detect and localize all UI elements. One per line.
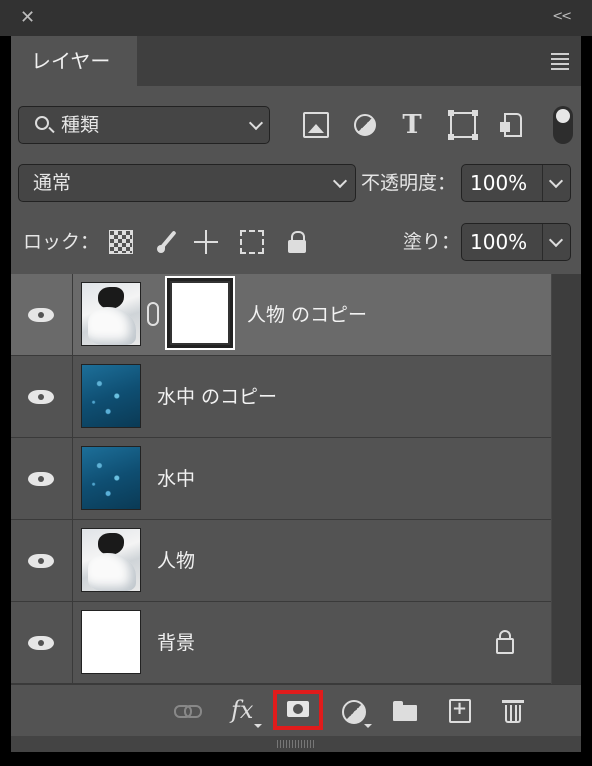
- lock-row: ロック： 塗り： 100%: [11, 222, 581, 262]
- layer-row[interactable]: 水中 のコピー: [11, 356, 551, 438]
- layer-thumbnail[interactable]: [81, 282, 141, 346]
- link-layers-icon[interactable]: [171, 695, 203, 727]
- lock-label: ロック：: [23, 231, 100, 253]
- chevron-down-icon: [248, 115, 264, 131]
- layer-name[interactable]: 水中: [157, 438, 195, 520]
- trash-icon[interactable]: [499, 695, 531, 727]
- layer-lock-icon: [495, 630, 515, 654]
- layer-thumbnail[interactable]: [81, 446, 141, 510]
- opacity-input[interactable]: 100%: [461, 164, 571, 202]
- filter-row: 種類 T: [11, 106, 581, 146]
- fill-value: 100%: [470, 230, 528, 254]
- smart-object-filter-icon[interactable]: [499, 112, 525, 138]
- visibility-eye-icon[interactable]: [28, 636, 54, 650]
- mask-link-icon[interactable]: [147, 302, 159, 326]
- chevron-down-icon[interactable]: [548, 232, 564, 248]
- window-titlebar: ✕ <<: [0, 0, 592, 36]
- fx-icon[interactable]: fx: [231, 695, 263, 728]
- tab-layers[interactable]: レイヤー: [11, 36, 137, 86]
- add-mask-icon: [287, 701, 309, 717]
- layer-row[interactable]: 人物 のコピー: [11, 274, 551, 356]
- blend-mode-select[interactable]: 通常: [18, 164, 356, 202]
- close-icon[interactable]: ✕: [20, 8, 35, 28]
- resize-grip[interactable]: [11, 736, 581, 752]
- lock-image-pixels-icon[interactable]: [156, 230, 180, 254]
- layer-mask-thumbnail[interactable]: [165, 276, 235, 350]
- type-filter-icon[interactable]: T: [399, 112, 425, 138]
- lock-artboard-icon[interactable]: [240, 230, 264, 254]
- blend-mode-value: 通常: [33, 172, 72, 194]
- lock-position-icon[interactable]: [194, 230, 218, 254]
- layer-name[interactable]: 背景: [157, 602, 195, 684]
- layer-name[interactable]: 人物: [157, 520, 195, 602]
- layer-row[interactable]: 背景: [11, 602, 551, 684]
- chevron-down-icon[interactable]: [548, 173, 564, 189]
- layers-panel: レイヤー 種類 T 通常 不透明度： 100% ロック： 塗り： 100% 人物…: [11, 36, 581, 752]
- adjustment-filter-icon[interactable]: [352, 112, 378, 138]
- lock-all-icon[interactable]: [286, 230, 310, 254]
- shape-filter-icon[interactable]: [448, 110, 478, 140]
- scrollbar[interactable]: [552, 274, 581, 684]
- fill-input[interactable]: 100%: [461, 223, 571, 261]
- layer-row[interactable]: 人物: [11, 520, 551, 602]
- new-layer-icon[interactable]: +: [445, 695, 477, 727]
- layer-row[interactable]: 水中: [11, 438, 551, 520]
- lock-transparent-pixels-icon[interactable]: [109, 230, 133, 254]
- visibility-eye-icon[interactable]: [28, 390, 54, 404]
- search-icon: [35, 116, 49, 130]
- filter-kind-label: 種類: [61, 114, 100, 136]
- hamburger-menu-icon[interactable]: [551, 53, 569, 73]
- layer-thumbnail[interactable]: [81, 610, 141, 674]
- visibility-eye-icon[interactable]: [28, 472, 54, 486]
- image-filter-icon[interactable]: [303, 112, 329, 138]
- fill-label: 塗り：: [403, 231, 461, 253]
- fx-label: fx: [231, 696, 254, 724]
- visibility-eye-icon[interactable]: [28, 554, 54, 568]
- layer-list: 人物 のコピー 水中 のコピー 水中 人物 背景: [11, 274, 581, 684]
- opacity-value: 100%: [470, 171, 528, 195]
- layer-name[interactable]: 人物 のコピー: [247, 274, 367, 356]
- blend-row: 通常 不透明度： 100%: [11, 164, 581, 202]
- layer-thumbnail[interactable]: [81, 364, 141, 428]
- group-folder-icon[interactable]: [391, 695, 423, 727]
- filter-kind-select[interactable]: 種類: [18, 106, 270, 144]
- adjustment-layer-icon[interactable]: [339, 695, 372, 728]
- add-mask-button[interactable]: [273, 690, 323, 730]
- opacity-label: 不透明度：: [361, 172, 457, 194]
- panel-footer: fx +: [11, 684, 581, 736]
- panel-tabbar: レイヤー: [11, 36, 581, 86]
- chevron-down-icon: [332, 173, 348, 189]
- layer-name[interactable]: 水中 のコピー: [157, 356, 277, 438]
- visibility-eye-icon[interactable]: [28, 308, 54, 322]
- collapse-icon[interactable]: <<: [552, 9, 572, 24]
- layer-thumbnail[interactable]: [81, 528, 141, 592]
- filter-toggle[interactable]: [553, 106, 573, 144]
